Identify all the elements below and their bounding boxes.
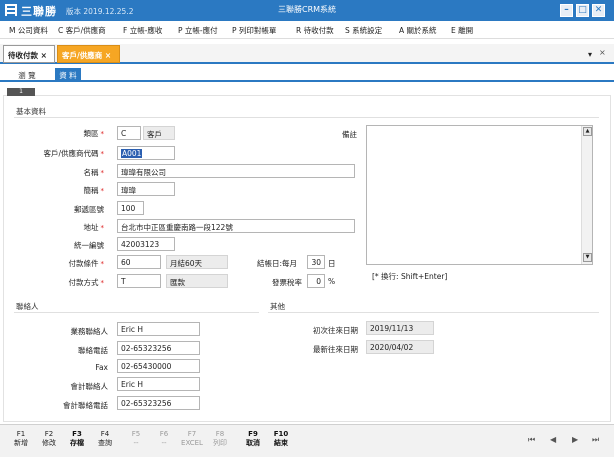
menu-receivable[interactable]: F 立帳-應收 bbox=[123, 25, 162, 36]
note-textarea[interactable] bbox=[366, 125, 593, 265]
section-basic-title: 基本資料 bbox=[16, 107, 46, 116]
close-window-button[interactable]: ✕ bbox=[592, 4, 605, 17]
menu-settings[interactable]: S 系統設定 bbox=[345, 25, 382, 36]
tab-data[interactable]: 資 料 bbox=[55, 68, 81, 82]
title-bar: 三聯勝 版本 2019.12.25.2 三聯勝CRM系統 – □ ✕ bbox=[0, 0, 614, 21]
menu-company[interactable]: M 公司資料 bbox=[9, 25, 48, 36]
acc-phone-field[interactable]: 02-65323256 bbox=[117, 396, 200, 410]
f2-edit-button[interactable]: F2 修改 bbox=[38, 430, 60, 448]
closing-day-field[interactable]: 30 bbox=[307, 255, 325, 269]
tax-rate-unit: % bbox=[328, 277, 336, 286]
f5-button: F5 -- bbox=[131, 430, 141, 447]
phone-field[interactable]: 02-65323256 bbox=[117, 341, 200, 355]
tab-customer-supplier[interactable]: 客戶/供應商 × bbox=[57, 45, 120, 63]
payment-term-label: 付款條件 * bbox=[68, 259, 105, 268]
f7-excel-button: F7 EXCEL bbox=[181, 430, 203, 447]
payment-method-field[interactable]: T bbox=[117, 274, 161, 288]
fax-label: Fax bbox=[95, 363, 108, 372]
section-divider bbox=[14, 117, 599, 118]
zip-field[interactable]: 100 bbox=[117, 201, 144, 215]
note-label: 備註 bbox=[342, 130, 357, 139]
minimize-button[interactable]: – bbox=[560, 4, 573, 17]
tax-rate-label: 發票稅率 bbox=[272, 278, 302, 287]
address-field[interactable]: 台北市中正區重慶南路一段122號 bbox=[117, 219, 355, 233]
menu-pending-payments[interactable]: R 待收付款 bbox=[296, 25, 334, 36]
first-date-field: 2019/11/13 bbox=[366, 321, 434, 335]
last-date-label: 最新往來日期 bbox=[313, 345, 358, 354]
short-name-label: 簡稱 * bbox=[83, 186, 105, 195]
closing-day-label: 結帳日:每月 bbox=[257, 259, 298, 268]
record-number-badge: 1 bbox=[7, 88, 35, 96]
name-label: 名稱 * bbox=[83, 168, 105, 177]
menu-about[interactable]: A 關於系統 bbox=[399, 25, 437, 36]
scroll-up-icon[interactable]: ▲ bbox=[583, 127, 592, 136]
acc-contact-field[interactable]: Eric H bbox=[117, 377, 200, 391]
tax-id-field[interactable]: 42003123 bbox=[117, 237, 175, 251]
last-date-field: 2020/04/02 bbox=[366, 340, 434, 354]
first-record-icon[interactable]: ⏮ bbox=[528, 435, 535, 445]
f4-query-button[interactable]: F4 查詢 bbox=[94, 430, 116, 448]
view-tab-bar: 瀏 覽 資 料 bbox=[0, 66, 614, 82]
f9-cancel-button[interactable]: F9 取消 bbox=[242, 430, 264, 448]
f10-exit-button[interactable]: F10 結束 bbox=[270, 430, 292, 448]
tab-pending-payments[interactable]: 待收付款 × bbox=[3, 45, 55, 63]
last-record-icon[interactable]: ⏭ bbox=[592, 435, 599, 445]
biz-contact-label: 業務聯絡人 bbox=[70, 327, 109, 336]
scroll-down-icon[interactable]: ▼ bbox=[583, 253, 592, 262]
code-label: 客戶/供應商代碼 * bbox=[43, 149, 104, 158]
short-name-field[interactable]: 瑋瑋 bbox=[117, 182, 175, 196]
app-logo-icon bbox=[5, 4, 17, 16]
name-field[interactable]: 瑋瑋有限公司 bbox=[117, 164, 355, 178]
section-divider bbox=[14, 312, 259, 313]
document-tab-strip: 待收付款 × 客戶/供應商 × ▾ × bbox=[0, 44, 614, 64]
section-contacts-title: 聯絡人 bbox=[16, 302, 39, 311]
tax-rate-field[interactable]: 0 bbox=[307, 274, 325, 288]
prev-record-icon[interactable]: ◀ bbox=[550, 435, 556, 444]
payment-method-label: 付款方式 * bbox=[68, 278, 105, 287]
section-divider bbox=[268, 312, 599, 313]
biz-contact-field[interactable]: Eric H bbox=[117, 322, 200, 336]
payment-term-desc: 月結60天 bbox=[166, 255, 228, 269]
zip-label: 郵遞區號 bbox=[74, 205, 104, 214]
type-name-field: 客戶 bbox=[143, 126, 175, 140]
maximize-button[interactable]: □ bbox=[576, 4, 589, 17]
note-hint: [* 換行: Shift+Enter] bbox=[372, 272, 448, 281]
menu-exit[interactable]: E 離開 bbox=[451, 25, 473, 36]
type-code-field[interactable]: C bbox=[117, 126, 141, 140]
app-name: 三聯勝 bbox=[21, 5, 57, 18]
f1-new-button[interactable]: F1 新增 bbox=[10, 430, 32, 448]
f3-save-button[interactable]: F3 存檔 bbox=[66, 430, 88, 448]
note-scrollbar[interactable]: ▲ ▼ bbox=[581, 126, 592, 264]
menu-print-statement[interactable]: P 列印對帳單 bbox=[232, 25, 276, 36]
acc-contact-label: 會計聯絡人 bbox=[70, 382, 109, 391]
next-record-icon[interactable]: ▶ bbox=[572, 435, 578, 444]
function-key-bar: F1 新增 F2 修改 F3 存檔 F4 查詢 F5 -- F6 -- F7 EXCEL F8… bbox=[0, 424, 614, 457]
section-other-title: 其他 bbox=[270, 302, 285, 311]
payment-term-field[interactable]: 60 bbox=[117, 255, 161, 269]
tab-list-dropdown-icon[interactable]: ▾ bbox=[588, 50, 592, 59]
address-label: 地址 * bbox=[83, 223, 105, 232]
fax-field[interactable]: 02-65430000 bbox=[117, 359, 200, 373]
type-label: 類區 * bbox=[83, 129, 105, 138]
f8-print-button: F8 列印 bbox=[213, 430, 227, 447]
phone-label: 聯絡電話 bbox=[78, 346, 108, 355]
tax-id-label: 統一編號 bbox=[74, 241, 104, 250]
menu-bar: M 公司資料 C 客戶/供應商 F 立帳-應收 P 立帳-應付 P 列印對帳單 … bbox=[0, 21, 614, 39]
app-version: 版本 2019.12.25.2 bbox=[66, 7, 134, 16]
menu-payable[interactable]: P 立帳-應付 bbox=[178, 25, 218, 36]
menu-customer-supplier[interactable]: C 客戶/供應商 bbox=[58, 25, 106, 36]
close-all-tabs-icon[interactable]: × bbox=[599, 48, 606, 57]
tab-browse[interactable]: 瀏 覽 bbox=[14, 68, 40, 82]
closing-day-unit: 日 bbox=[328, 259, 336, 268]
acc-phone-label: 會計聯絡電話 bbox=[63, 401, 108, 410]
window-title: 三聯勝CRM系統 bbox=[278, 5, 337, 14]
payment-method-desc: 匯款 bbox=[166, 274, 228, 288]
first-date-label: 初次往來日期 bbox=[313, 326, 358, 335]
f6-button: F6 -- bbox=[159, 430, 169, 447]
code-field[interactable]: A001 bbox=[117, 146, 175, 160]
